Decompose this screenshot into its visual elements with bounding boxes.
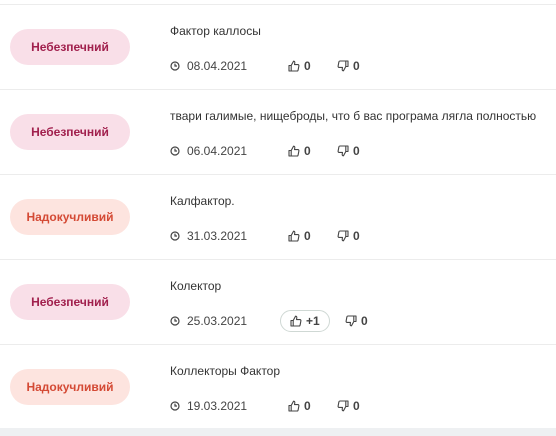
rating-badge: Небезпечний bbox=[10, 29, 130, 65]
dislike-button[interactable]: 0 bbox=[337, 144, 360, 158]
review-meta: 31.03.2021 0 0 bbox=[170, 225, 550, 247]
thumbs-up-icon bbox=[288, 145, 300, 157]
thumbs-up-icon bbox=[290, 315, 302, 327]
date-text: 25.03.2021 bbox=[187, 314, 248, 328]
thumbs-down-icon bbox=[337, 145, 349, 157]
rating-badge: Надокучливий bbox=[10, 199, 130, 235]
like-button[interactable]: 0 bbox=[288, 59, 311, 73]
like-count: 0 bbox=[304, 399, 311, 413]
clock-icon bbox=[170, 231, 180, 241]
like-count: 0 bbox=[304, 144, 311, 158]
review-meta: 25.03.2021 +1 0 bbox=[170, 310, 550, 332]
thumbs-up-icon bbox=[288, 230, 300, 242]
review-text: Коллекторы Фактор bbox=[170, 364, 281, 378]
dislike-button[interactable]: 0 bbox=[337, 229, 360, 243]
dislike-count: 0 bbox=[353, 399, 360, 413]
review-item: Небезпечний Колектор 25.03.2021 +1 0 bbox=[0, 260, 556, 345]
date-text: 19.03.2021 bbox=[187, 399, 248, 413]
like-count: +1 bbox=[306, 314, 320, 328]
review-text: Колектор bbox=[170, 279, 222, 293]
review-item: Надокучливий Коллекторы Фактор 19.03.202… bbox=[0, 345, 556, 428]
dislike-button[interactable]: 0 bbox=[345, 314, 368, 328]
date-text: 31.03.2021 bbox=[187, 229, 248, 243]
review-item: Небезпечний Фактор каллосы 08.04.2021 0 … bbox=[0, 5, 556, 90]
like-button[interactable]: 0 bbox=[288, 399, 311, 413]
rating-badge: Надокучливий bbox=[10, 369, 130, 405]
thumbs-down-icon bbox=[337, 60, 349, 72]
review-item: Небезпечний твари галимые, нищеброды, чт… bbox=[0, 90, 556, 175]
review-date: 25.03.2021 bbox=[170, 314, 247, 328]
date-text: 08.04.2021 bbox=[187, 59, 248, 73]
like-count: 0 bbox=[304, 59, 311, 73]
dislike-button[interactable]: 0 bbox=[337, 59, 360, 73]
clock-icon bbox=[170, 146, 180, 156]
review-date: 31.03.2021 bbox=[170, 229, 247, 243]
like-count: 0 bbox=[304, 229, 311, 243]
thumbs-down-icon bbox=[337, 230, 349, 242]
review-text: твари галимые, нищеброды, что б вас прог… bbox=[170, 109, 537, 123]
review-date: 06.04.2021 bbox=[170, 144, 247, 158]
reviews-list: Небезпечний Фактор каллосы 08.04.2021 0 … bbox=[0, 0, 556, 428]
dislike-count: 0 bbox=[361, 314, 368, 328]
thumbs-up-icon bbox=[288, 400, 300, 412]
like-button[interactable]: 0 bbox=[288, 229, 311, 243]
clock-icon bbox=[170, 401, 180, 411]
thumbs-up-icon bbox=[288, 60, 300, 72]
review-date: 19.03.2021 bbox=[170, 399, 247, 413]
thumbs-down-icon bbox=[345, 315, 357, 327]
review-date: 08.04.2021 bbox=[170, 59, 247, 73]
footer-bar bbox=[0, 428, 556, 436]
thumbs-down-icon bbox=[337, 400, 349, 412]
review-text: Калфактор. bbox=[170, 194, 235, 208]
rating-badge: Небезпечний bbox=[10, 284, 130, 320]
review-text: Фактор каллосы bbox=[170, 24, 261, 38]
dislike-count: 0 bbox=[353, 144, 360, 158]
like-button[interactable]: 0 bbox=[288, 144, 311, 158]
dislike-count: 0 bbox=[353, 59, 360, 73]
dislike-count: 0 bbox=[353, 229, 360, 243]
dislike-button[interactable]: 0 bbox=[337, 399, 360, 413]
review-item: Надокучливий Калфактор. 31.03.2021 0 0 bbox=[0, 175, 556, 260]
review-meta: 19.03.2021 0 0 bbox=[170, 395, 550, 417]
review-meta: 06.04.2021 0 0 bbox=[170, 140, 550, 162]
date-text: 06.04.2021 bbox=[187, 144, 248, 158]
clock-icon bbox=[170, 316, 180, 326]
like-button[interactable]: +1 bbox=[280, 310, 330, 332]
rating-badge: Небезпечний bbox=[10, 114, 130, 150]
review-meta: 08.04.2021 0 0 bbox=[170, 55, 550, 77]
clock-icon bbox=[170, 61, 180, 71]
